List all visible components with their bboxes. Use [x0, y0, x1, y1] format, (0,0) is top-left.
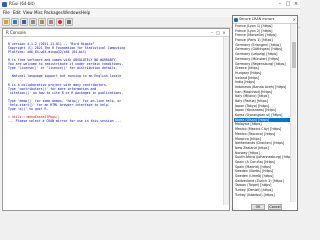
cran-dialog-titlebar: Secure CRAN mirrors ×	[233, 16, 297, 24]
mirror-list[interactable]: France (Lyon 1) [https] France (Lyon 2) […	[234, 24, 291, 202]
stop-button[interactable]	[56, 18, 64, 26]
cran-dialog-title: Secure CRAN mirrors	[239, 17, 275, 21]
open-script-button[interactable]	[2, 18, 10, 26]
save-workspace-button[interactable]	[20, 18, 28, 26]
menu-edit[interactable]: Edit	[13, 9, 21, 17]
print-button[interactable]	[65, 18, 73, 26]
console-close-icon[interactable]: ×	[221, 29, 227, 36]
menu-help[interactable]: Help	[81, 9, 90, 17]
console-titlebar: R Console – □ ×	[3, 29, 229, 37]
window-titlebar: RGui (64-bit) – □ ×	[0, 0, 300, 9]
mirror-list-item[interactable]: Turkey (Istanbul) [https]	[234, 193, 291, 198]
console-scrollbar[interactable]	[223, 37, 229, 205]
r-app-icon	[2, 1, 7, 7]
console-line: --- Please select a CRAN mirror for use …	[8, 118, 122, 123]
copy-button[interactable]	[29, 18, 37, 26]
r-console-window: R Console – □ × R version 4.1.2 (2021-11…	[2, 28, 230, 211]
maximize-icon[interactable]: □	[284, 0, 292, 8]
window-title: RGui (64-bit)	[9, 1, 35, 6]
r-app-icon	[234, 17, 238, 22]
mirror-list-item[interactable]: Indonesia (Banda Aceh) [https]	[234, 85, 291, 90]
console-output[interactable]: R version 4.1.2 (2021-11-01) -- "Bird Hi…	[8, 38, 226, 123]
menu-file[interactable]: File	[3, 9, 10, 17]
menu-misc[interactable]: Misc	[34, 9, 43, 17]
menu-view[interactable]: View	[23, 9, 33, 17]
copy-paste-button[interactable]	[47, 18, 55, 26]
menu-packages[interactable]: Packages	[44, 9, 63, 17]
close-icon[interactable]: ×	[292, 0, 300, 8]
scrollbar-thumb[interactable]	[291, 42, 296, 68]
minimize-icon[interactable]: –	[276, 0, 284, 8]
console-title: R Console	[6, 30, 26, 35]
close-icon[interactable]: ×	[293, 16, 296, 23]
cancel-button[interactable]: Cancel	[268, 204, 282, 210]
load-workspace-button[interactable]	[11, 18, 19, 26]
ok-button[interactable]: OK	[251, 204, 265, 210]
menu-windows[interactable]: Windows	[63, 9, 81, 17]
cran-mirror-dialog: Secure CRAN mirrors × France (Lyon 1) [h…	[232, 15, 298, 211]
paste-button[interactable]	[38, 18, 46, 26]
mirror-list-scrollbar[interactable]	[290, 24, 296, 202]
